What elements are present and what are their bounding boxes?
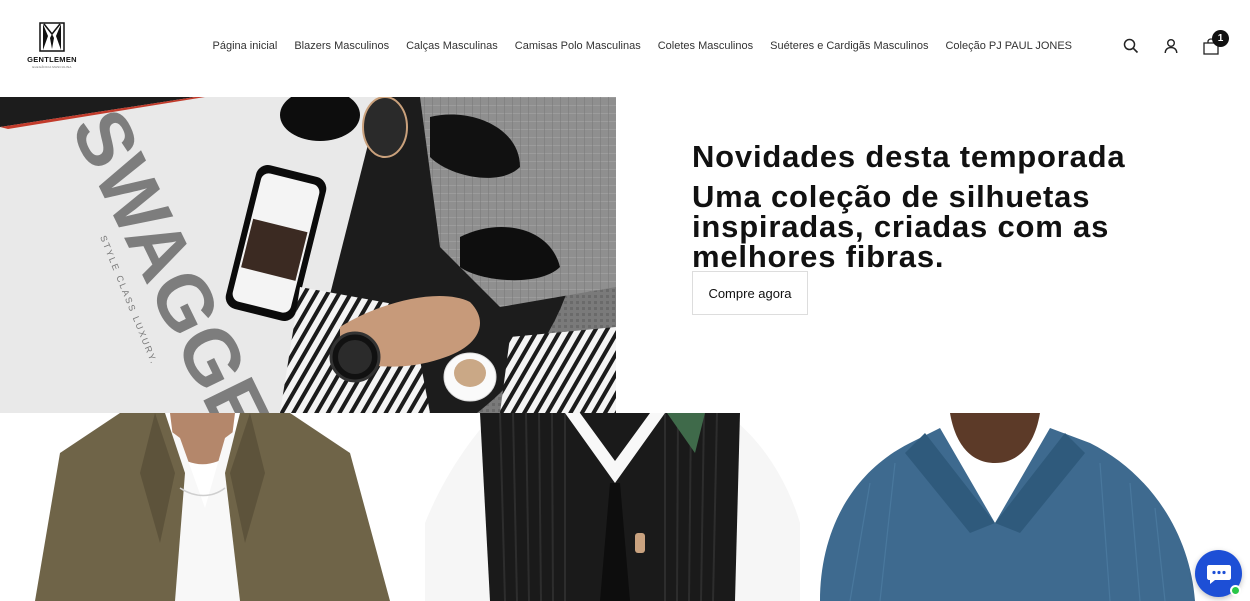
nav-item-sweaters[interactable]: Suéteres e Cardigãs Masculinos bbox=[762, 38, 937, 54]
nav-item-blazers[interactable]: Blazers Masculinos bbox=[286, 38, 398, 54]
brand-name: GENTLEMEN bbox=[27, 55, 77, 64]
logo-mark-icon bbox=[39, 22, 65, 52]
brand-tagline: ELEGÂNCIA MASCULINA bbox=[32, 65, 72, 69]
nav-item-pj-collection[interactable]: Coleção PJ PAUL JONES bbox=[937, 38, 1081, 54]
blazer-image bbox=[0, 413, 405, 601]
hero-text: Novidades desta temporada Uma coleção de… bbox=[692, 138, 1212, 272]
nav-item-home[interactable]: Página inicial bbox=[204, 38, 286, 54]
polo-image bbox=[810, 413, 1250, 601]
vest-image bbox=[405, 413, 810, 601]
nav-item-polos[interactable]: Camisas Polo Masculinas bbox=[506, 38, 649, 54]
main-nav: Página inicial Blazers Masculinos Calças… bbox=[204, 38, 1081, 54]
brand-logo[interactable]: GENTLEMEN ELEGÂNCIA MASCULINA bbox=[26, 22, 78, 70]
cart-button[interactable]: 1 bbox=[1202, 30, 1229, 56]
nav-item-pants[interactable]: Calças Masculinas bbox=[398, 38, 507, 54]
search-icon bbox=[1123, 38, 1139, 54]
online-status-dot bbox=[1230, 585, 1241, 596]
header-actions: 1 bbox=[1122, 30, 1229, 56]
hero-photo: SWAGGER STYLE CLASS LUXURY. bbox=[0, 97, 616, 413]
cart-count-badge: 1 bbox=[1212, 30, 1229, 47]
shop-now-button[interactable]: Compre agora bbox=[692, 271, 808, 315]
blazer-tile[interactable] bbox=[0, 413, 405, 601]
polo-tile[interactable] bbox=[810, 413, 1250, 601]
site-header: GENTLEMEN ELEGÂNCIA MASCULINA Página ini… bbox=[0, 0, 1250, 97]
vest-tile[interactable] bbox=[405, 413, 810, 601]
user-icon bbox=[1164, 39, 1178, 54]
account-button[interactable] bbox=[1162, 36, 1180, 56]
nav-item-vests[interactable]: Coletes Masculinos bbox=[649, 38, 761, 54]
hero-heading: Uma coleção de silhuetas inspiradas, cri… bbox=[692, 179, 1110, 274]
search-button[interactable] bbox=[1122, 36, 1140, 56]
hero-eyebrow: Novidades desta temporada bbox=[692, 139, 1126, 174]
chat-button[interactable] bbox=[1195, 550, 1242, 597]
hero-image: SWAGGER STYLE CLASS LUXURY. bbox=[0, 97, 616, 413]
chat-icon bbox=[1206, 564, 1231, 584]
